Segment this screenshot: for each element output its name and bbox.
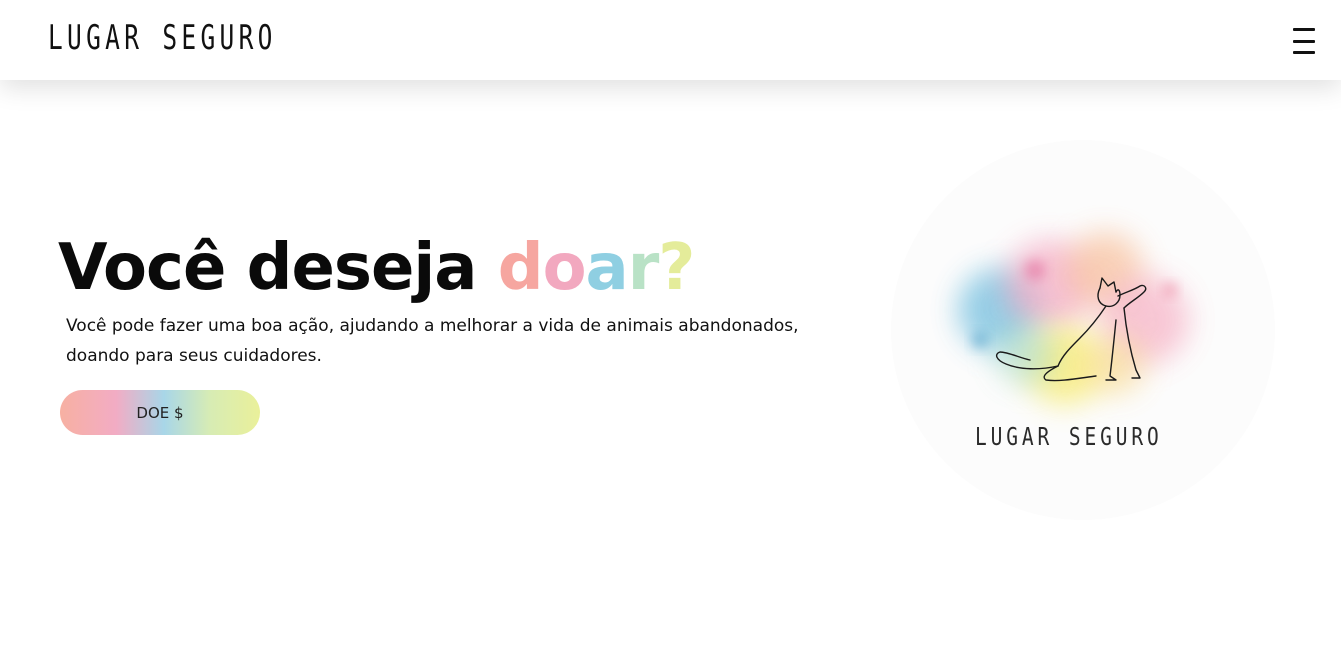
brand-logo-text[interactable]: LUGAR SEGURO	[48, 18, 277, 58]
site-header: LUGAR SEGURO	[0, 0, 1341, 80]
hero-title-letter: o	[542, 231, 587, 305]
watercolor-cat-logo	[958, 232, 1189, 405]
hero-title-letter: a	[585, 231, 629, 305]
donate-button[interactable]: DOE $	[60, 390, 260, 435]
menu-line	[1293, 28, 1315, 31]
menu-line	[1293, 51, 1315, 54]
hero-description: Você pode fazer uma boa ação, ajudando a…	[66, 316, 799, 366]
hero-title-plain: Você deseja	[58, 231, 498, 305]
hamburger-menu-icon[interactable]	[1289, 28, 1319, 54]
hero-title: Você deseja doar?	[58, 228, 695, 308]
hero-title-letter: d	[497, 231, 544, 305]
hero-title-letter: ?	[658, 231, 695, 305]
hero-title-letter: r	[627, 231, 660, 305]
logo-caption: LUGAR SEGURO	[975, 422, 1163, 451]
menu-line	[1293, 39, 1315, 43]
